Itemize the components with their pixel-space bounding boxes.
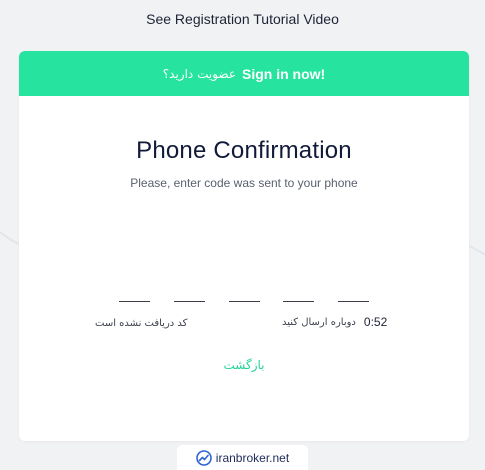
otp-input-group [119, 283, 369, 302]
signin-banner[interactable]: عضویت دارید؟ Sign in now! [19, 51, 469, 96]
brand-name: iranbroker.net [215, 450, 290, 465]
signin-now-link[interactable]: Sign in now! [242, 66, 325, 82]
otp-digit-4[interactable] [283, 283, 315, 302]
resend-row: دوباره ارسال کنید 0:52 [282, 315, 387, 329]
code-not-received-text: کد دریافت نشده است [95, 318, 188, 329]
otp-digit-2[interactable] [173, 283, 205, 302]
resend-code-link[interactable]: دوباره ارسال کنید [282, 317, 356, 328]
page-title: Phone Confirmation [136, 137, 352, 164]
member-question-text: عضویت دارید؟ [162, 66, 236, 81]
resend-timer: 0:52 [363, 315, 388, 329]
page-subtitle: Please, enter code was sent to your phon… [130, 176, 358, 190]
otp-digit-3[interactable] [228, 283, 260, 302]
otp-digit-1[interactable] [119, 283, 150, 302]
otp-digit-5[interactable] [338, 283, 369, 302]
registration-tutorial-link[interactable]: See Registration Tutorial Video [0, 11, 485, 27]
trend-chart-icon [195, 449, 212, 466]
brand-badge[interactable]: iranbroker.net [177, 445, 308, 470]
back-link[interactable]: بازگشت [19, 358, 469, 372]
confirmation-card: عضویت دارید؟ Sign in now! Phone Confirma… [19, 51, 469, 441]
